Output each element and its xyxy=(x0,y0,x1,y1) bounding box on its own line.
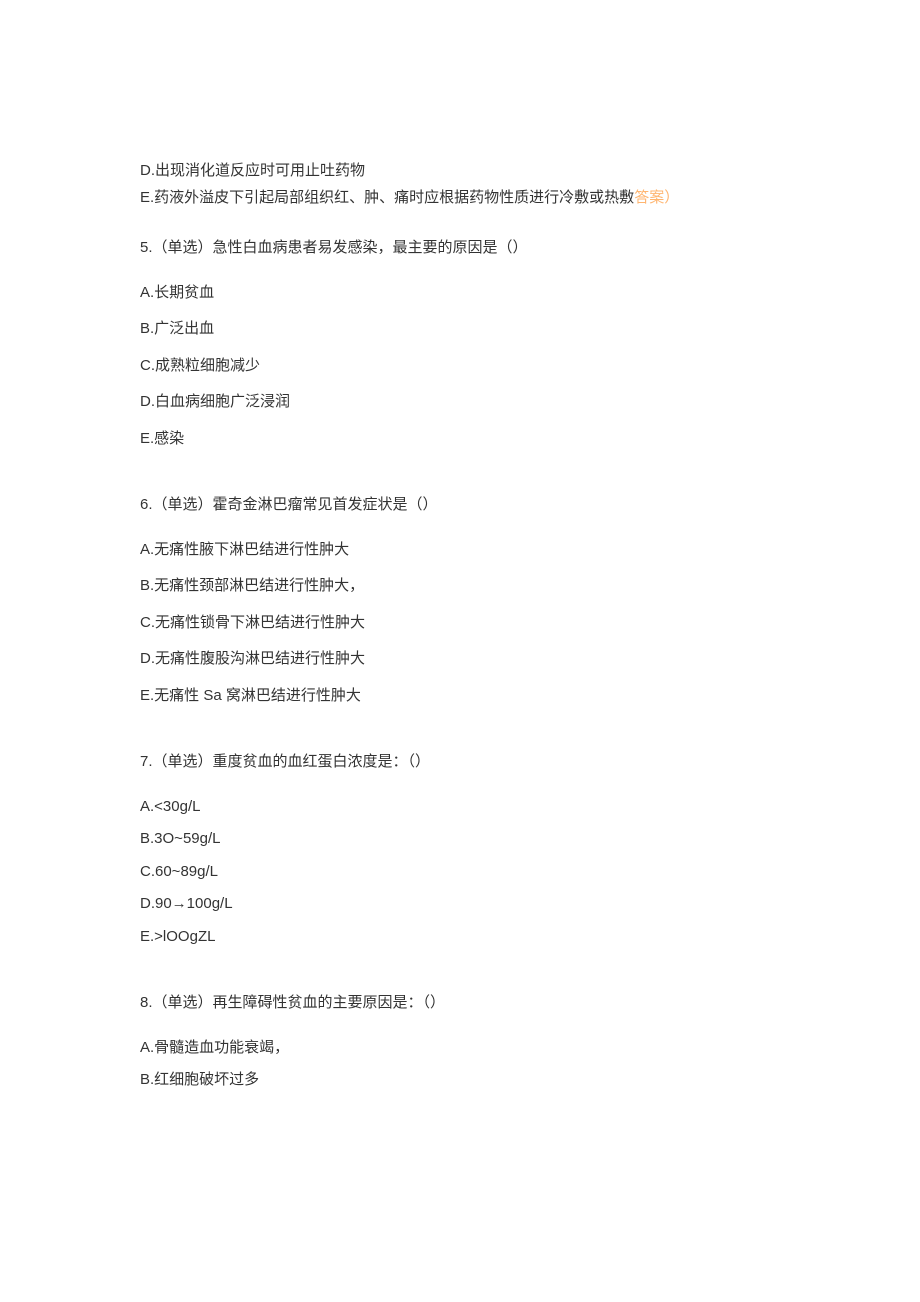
q6-option-c: C.无痛性锁骨下淋巴结进行性肿大 xyxy=(140,612,780,635)
q4-option-e: E.药液外溢皮下引起局部组织红、肿、痛时应根据药物性质进行冷敷或热敷答案） xyxy=(140,187,780,210)
q7-option-b: B.3O~59g/L xyxy=(140,828,780,851)
q5-stem: 5.（单选）急性白血病患者易发感染，最主要的原因是（） xyxy=(140,237,780,260)
q8-option-a: A.骨髓造血功能衰竭， xyxy=(140,1037,780,1060)
q5-option-a: A.长期贫血 xyxy=(140,282,780,305)
q4-option-d: D.出现消化道反应时可用止吐药物 xyxy=(140,160,780,183)
q7-stem: 7.（单选）重度贫血的血红蛋白浓度是：（） xyxy=(140,751,780,774)
q5-option-c: C.成熟粒细胞减少 xyxy=(140,355,780,378)
q6-option-a: A.无痛性腋下淋巴结进行性肿大 xyxy=(140,539,780,562)
q4-option-e-text: E.药液外溢皮下引起局部组织红、肿、痛时应根据药物性质进行冷敷或热敷 xyxy=(140,189,634,206)
q8-stem: 8.（单选）再生障碍性贫血的主要原因是：（） xyxy=(140,992,780,1015)
answer-tag: 答案） xyxy=(634,189,679,206)
q5-option-e: E.感染 xyxy=(140,428,780,451)
q6-option-d: D.无痛性腹股沟淋巴结进行性肿大 xyxy=(140,648,780,671)
q7-option-c: C.60~89g/L xyxy=(140,861,780,884)
q6-stem: 6.（单选）霍奇金淋巴瘤常见首发症状是（） xyxy=(140,494,780,517)
q7-option-e: E.>lOOgZL xyxy=(140,926,780,949)
q6-option-e: E.无痛性 Sa 窝淋巴结进行性肿大 xyxy=(140,685,780,708)
q7-option-d: D.90→100g/L xyxy=(140,893,780,916)
q8-option-b: B.红细胞破坏过多 xyxy=(140,1069,780,1092)
q5-option-d: D.白血病细胞广泛浸润 xyxy=(140,391,780,414)
q7-option-a: A.<30g/L xyxy=(140,796,780,819)
q5-option-b: B.广泛出血 xyxy=(140,318,780,341)
q6-option-b: B.无痛性颈部淋巴结进行性肿大， xyxy=(140,575,780,598)
